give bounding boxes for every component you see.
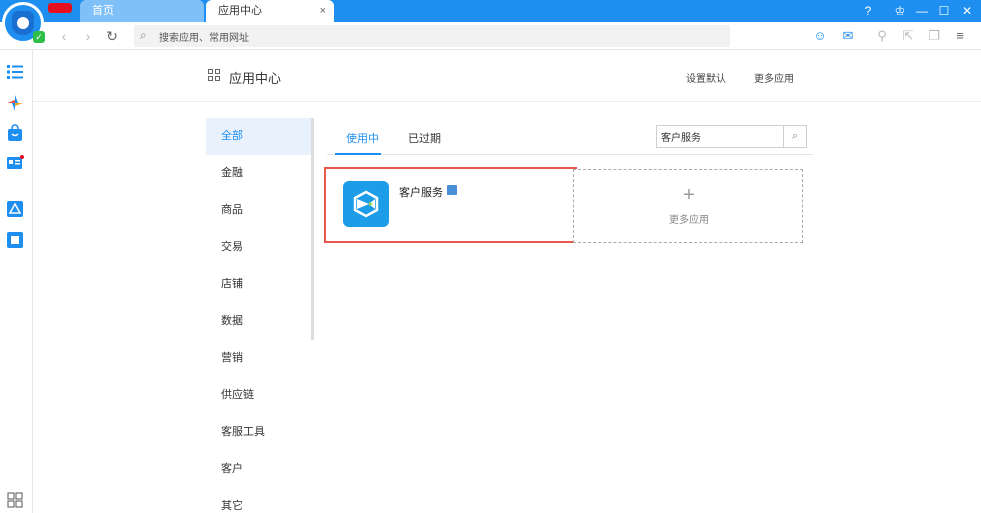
tab-expired[interactable]: 已过期 (408, 130, 441, 146)
category-all[interactable]: 全部 (206, 118, 312, 155)
skin-icon[interactable]: ♔ (889, 0, 911, 22)
forward-icon[interactable]: › (78, 26, 98, 46)
category-products[interactable]: 商品 (206, 192, 312, 229)
mail-icon[interactable]: ✉ (838, 26, 858, 46)
page-header: 应用中心 设置默认 更多应用 (33, 50, 981, 102)
active-tab-underline (335, 153, 381, 155)
category-scrollbar[interactable] (311, 118, 314, 340)
category-marketing[interactable]: 营销 (206, 340, 312, 377)
close-tab-icon[interactable]: × (320, 0, 326, 22)
add-more-label: 更多应用 (669, 215, 709, 226)
pinwheel-icon[interactable] (6, 94, 24, 112)
square-app-icon[interactable] (6, 231, 24, 249)
address-bar: ‹ › ↻ ⌕ 搜索应用、常用网址 ☺ ✉ ⚲ ⇱ ❐ ≡ (0, 22, 981, 50)
tab-home-label: 首页 (92, 5, 114, 17)
maximize-icon[interactable]: ☐ (933, 0, 955, 22)
close-window-icon[interactable]: ✕ (956, 0, 978, 22)
id-card-icon[interactable] (6, 154, 24, 172)
tab-divider (327, 154, 813, 155)
add-more-apps-card[interactable]: + 更多应用 (573, 169, 803, 243)
plus-icon: + (683, 184, 695, 206)
tab-home[interactable]: 首页 (80, 0, 204, 22)
category-cs-tools[interactable]: 客服工具 (206, 414, 312, 451)
address-search[interactable]: ⌕ 搜索应用、常用网址 (134, 25, 730, 47)
title-bar: 首页 应用中心 × ? ♔ — ☐ ✕ (0, 0, 981, 22)
assistant-icon[interactable]: ☺ (810, 26, 830, 46)
category-finance[interactable]: 金融 (206, 155, 312, 192)
tab-app-center-label: 应用中心 (218, 5, 262, 17)
category-list: 全部 金融 商品 交易 店铺 数据 营销 供应链 客服工具 客户 其它 (206, 118, 312, 513)
notification-tag (48, 3, 72, 13)
app-center-grid-icon (208, 69, 221, 82)
search-icon[interactable]: ⌕ (783, 126, 806, 147)
pin-icon[interactable]: ⚲ (872, 26, 892, 46)
category-shop[interactable]: 店铺 (206, 266, 312, 303)
back-icon[interactable]: ‹ (54, 26, 74, 46)
category-data[interactable]: 数据 (206, 303, 312, 340)
category-other[interactable]: 其它 (206, 488, 312, 513)
category-trade[interactable]: 交易 (206, 229, 312, 266)
grid-apps-icon[interactable] (6, 491, 24, 509)
customer-service-app-icon (343, 181, 389, 227)
triangle-app-icon[interactable] (6, 200, 24, 218)
online-status-icon: ✓ (33, 31, 45, 43)
tab-app-center[interactable]: 应用中心 × (206, 0, 334, 22)
menu-icon[interactable]: ≡ (950, 26, 970, 46)
window-icon[interactable]: ❐ (924, 26, 944, 46)
app-search-input[interactable] (657, 126, 783, 147)
address-placeholder: 搜索应用、常用网址 (159, 33, 249, 44)
app-card-customer-service[interactable]: 客户服务 (324, 167, 577, 243)
search-icon: ⌕ (140, 28, 147, 42)
share-icon[interactable]: ⇱ (898, 26, 918, 46)
official-badge (447, 185, 457, 195)
minimize-icon[interactable]: — (911, 0, 933, 22)
category-customer[interactable]: 客户 (206, 451, 312, 488)
more-apps-link[interactable]: 更多应用 (754, 70, 794, 85)
app-sidebar (0, 50, 33, 513)
refresh-icon[interactable]: ↻ (102, 26, 122, 46)
list-icon[interactable] (6, 63, 24, 81)
tab-in-use[interactable]: 使用中 (346, 130, 379, 146)
help-icon[interactable]: ? (857, 0, 879, 22)
category-supply-chain[interactable]: 供应链 (206, 377, 312, 414)
app-search-box: ⌕ (656, 125, 807, 148)
set-default-link[interactable]: 设置默认 (686, 70, 726, 85)
shopping-bag-icon[interactable] (6, 124, 24, 142)
app-name: 客户服务 (399, 187, 443, 199)
page-title: 应用中心 (229, 71, 282, 86)
